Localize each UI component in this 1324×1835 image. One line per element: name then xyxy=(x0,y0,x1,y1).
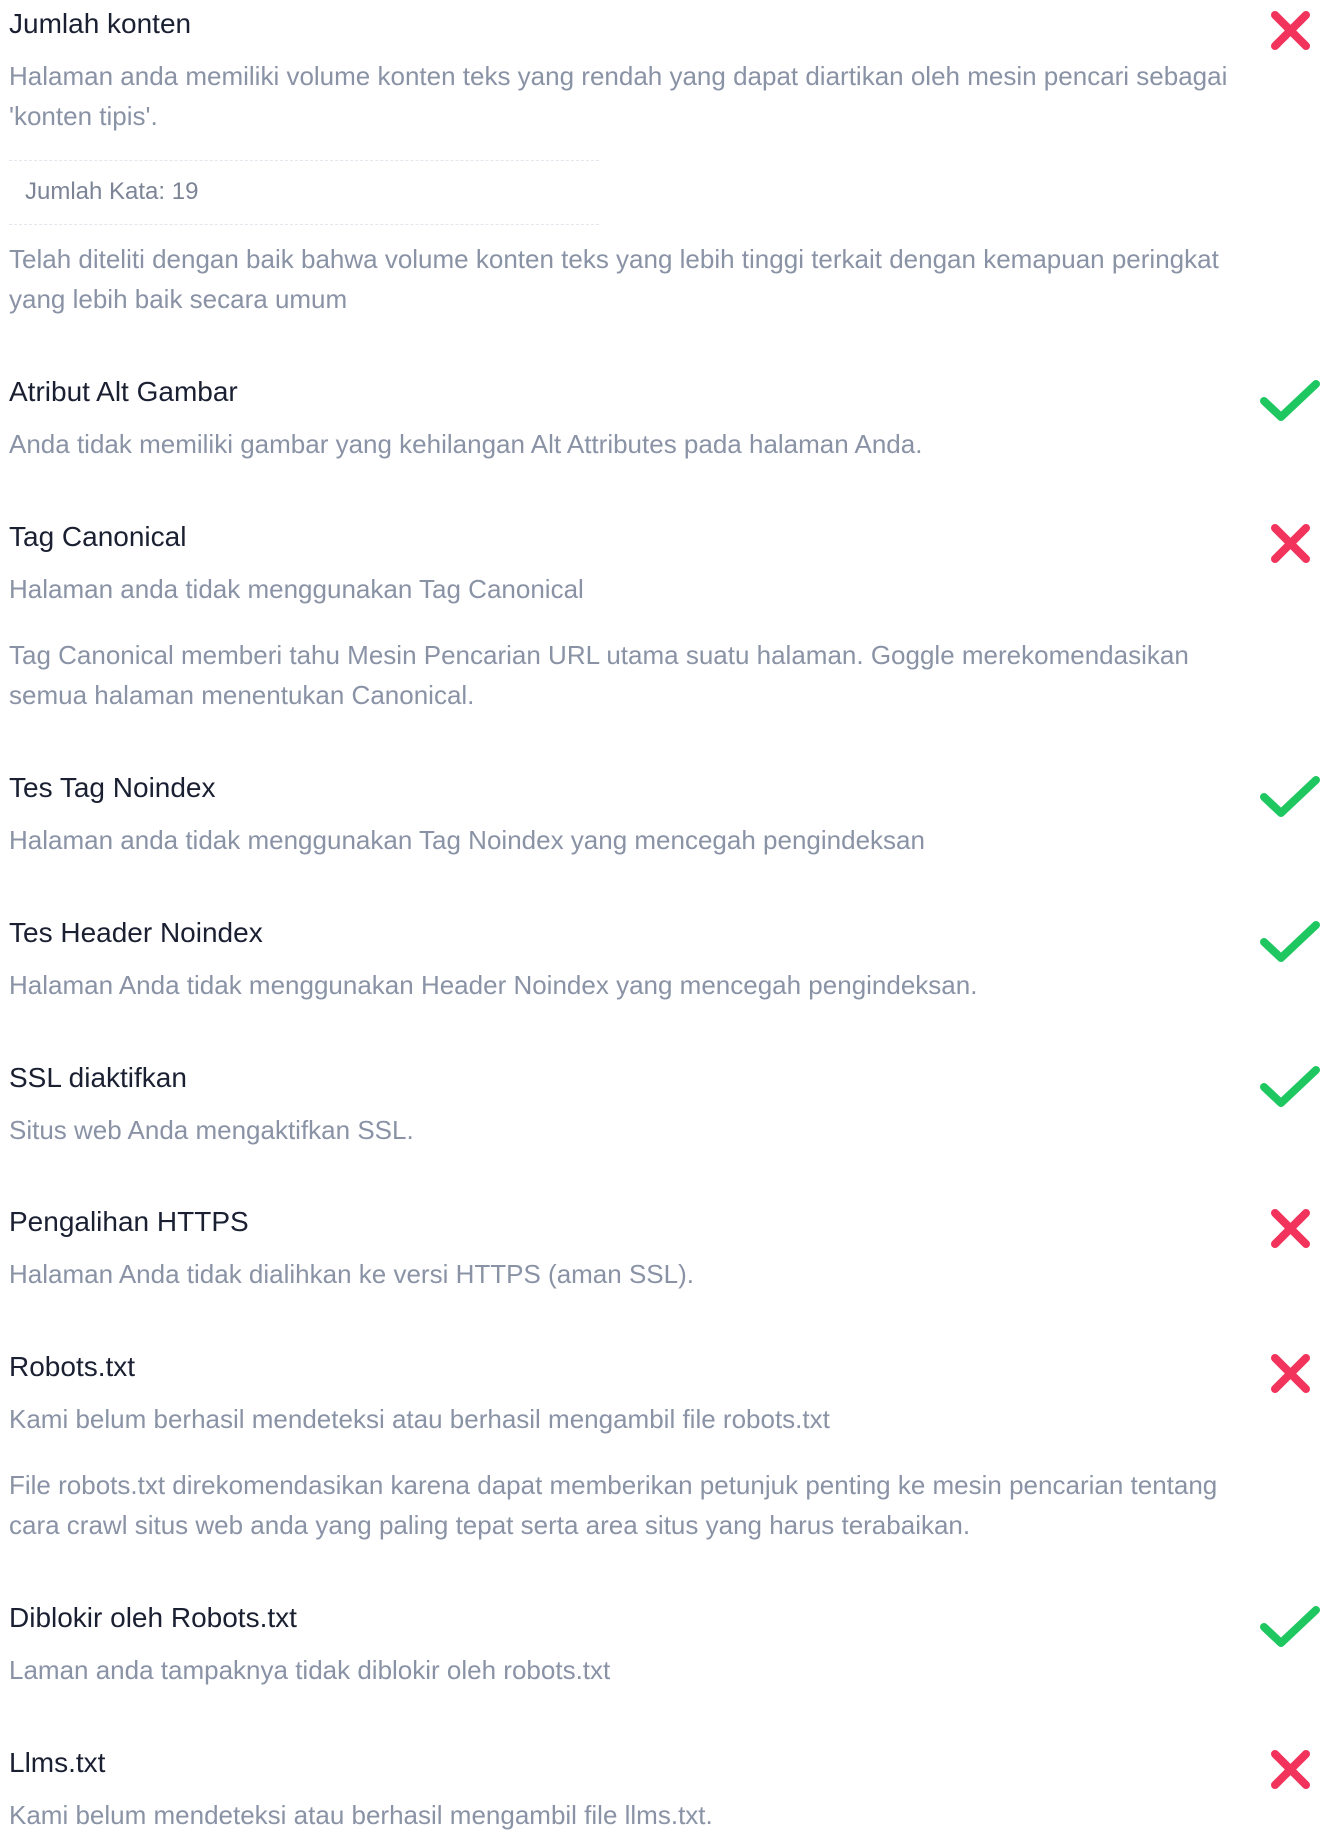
check-description: Situs web Anda mengaktifkan SSL. xyxy=(9,1115,414,1145)
check-icon xyxy=(1258,915,1322,967)
cross-icon xyxy=(1258,1349,1322,1401)
check-icon xyxy=(1258,374,1322,426)
check-note: Telah diteliti dengan baik bahwa volume … xyxy=(9,244,1219,314)
check-description: Laman anda tampaknya tidak diblokir oleh… xyxy=(9,1655,611,1685)
word-count-value: Jumlah Kata: 19 xyxy=(25,178,199,205)
cross-icon xyxy=(1258,519,1322,571)
word-count-box: Jumlah Kata: 19 xyxy=(9,160,599,225)
seo-audit-results: Jumlah konten Halaman anda memiliki volu… xyxy=(0,0,1324,1832)
check-title: Robots.txt xyxy=(9,1351,136,1382)
check-description: Halaman anda tidak menggunakan Tag Noind… xyxy=(9,825,925,855)
check-icon xyxy=(1258,770,1322,822)
check-title: Pengalihan HTTPS xyxy=(9,1206,249,1237)
check-description: Halaman Anda tidak menggunakan Header No… xyxy=(9,970,978,1000)
check-description: Kami belum berhasil mendeteksi atau berh… xyxy=(9,1404,830,1434)
check-title: Tes Tag Noindex xyxy=(9,772,216,803)
check-note: Tag Canonical memberi tahu Mesin Pencari… xyxy=(9,640,1189,710)
check-description: Anda tidak memiliki gambar yang kehilang… xyxy=(9,429,923,459)
check-description: Halaman anda memiliki volume konten teks… xyxy=(9,61,1228,131)
check-title: Tes Header Noindex xyxy=(9,917,263,948)
check-title: SSL diaktifkan xyxy=(9,1062,187,1093)
cross-icon xyxy=(1258,6,1322,58)
check-description: Kami belum mendeteksi atau berhasil meng… xyxy=(9,1800,713,1830)
check-description: Halaman anda tidak menggunakan Tag Canon… xyxy=(9,574,584,604)
check-note: File robots.txt direkomendasikan karena … xyxy=(9,1470,1218,1540)
check-icon xyxy=(1258,1060,1322,1112)
check-title: Llms.txt xyxy=(9,1747,106,1778)
cross-icon xyxy=(1258,1745,1322,1797)
cross-icon xyxy=(1258,1204,1322,1256)
check-title: Diblokir oleh Robots.txt xyxy=(9,1602,297,1633)
check-title: Jumlah konten xyxy=(9,8,192,39)
check-title: Atribut Alt Gambar xyxy=(9,376,238,407)
check-title: Tag Canonical xyxy=(9,521,187,552)
check-description: Halaman Anda tidak dialihkan ke versi HT… xyxy=(9,1259,694,1289)
check-icon xyxy=(1258,1600,1322,1652)
